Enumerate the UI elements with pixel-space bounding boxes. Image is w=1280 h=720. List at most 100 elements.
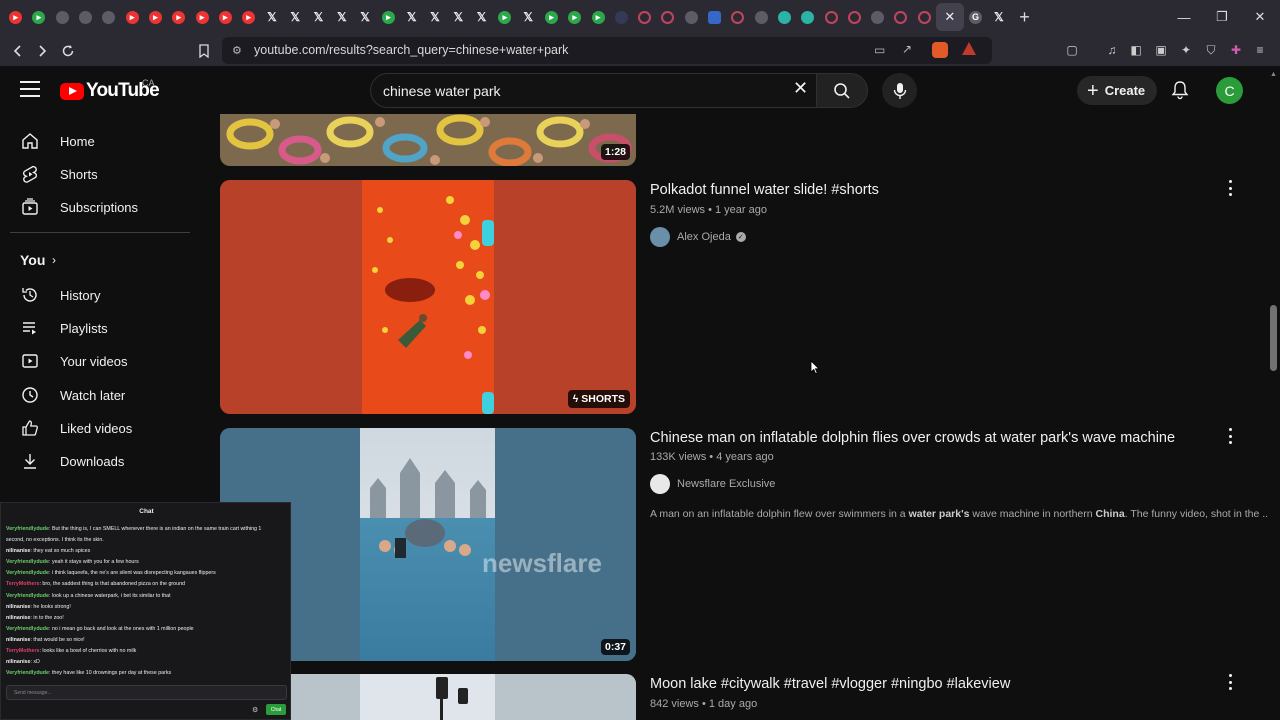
browser-tab[interactable]: 𝕏 <box>330 0 353 34</box>
sidebar-item-history[interactable]: History <box>10 278 190 312</box>
browser-tab[interactable]: 𝕏 <box>470 0 493 34</box>
video-thumbnail[interactable]: ϟ SHORTS <box>220 180 636 414</box>
sidebar-item-playlists[interactable]: Playlists <box>10 311 190 345</box>
sidebar-item-subscriptions[interactable]: Subscriptions <box>10 190 190 224</box>
scrollbar-track[interactable] <box>1268 67 1280 720</box>
search-input[interactable]: chinese water park <box>370 73 816 108</box>
video-title[interactable]: Moon lake #citywalk #travel #vlogger #ni… <box>650 676 1010 692</box>
clear-search-icon[interactable]: ✕ <box>793 79 808 97</box>
notifications-icon[interactable] <box>1171 80 1189 105</box>
browser-tab[interactable] <box>610 0 633 34</box>
more-actions-icon[interactable] <box>1226 180 1234 196</box>
back-icon[interactable] <box>6 39 30 63</box>
search-button[interactable] <box>816 73 868 108</box>
browser-tab[interactable] <box>889 0 912 34</box>
url-text[interactable]: youtube.com/results?search_query=chinese… <box>254 43 568 57</box>
channel-name[interactable]: Alex Ojeda <box>677 231 731 243</box>
browser-tab[interactable]: 𝕏 <box>423 0 446 34</box>
ai-icon[interactable]: ✦ <box>1178 42 1194 58</box>
browser-tab[interactable]: ▸ <box>144 0 167 34</box>
browser-tab[interactable]: ▸ <box>540 0 563 34</box>
chevron-right-icon[interactable]: › <box>52 253 56 267</box>
video-title[interactable]: Polkadot funnel water slide! #shorts <box>650 182 879 198</box>
sidebar-item-liked-videos[interactable]: Liked videos <box>10 411 190 445</box>
browser-tab[interactable] <box>74 0 97 34</box>
forward-icon[interactable] <box>30 39 54 63</box>
gear-icon[interactable]: ⚙ <box>252 706 258 714</box>
browser-tab[interactable] <box>843 0 866 34</box>
browser-tab[interactable] <box>913 0 936 34</box>
browser-tab[interactable]: ▸ <box>4 0 27 34</box>
sidebar-item-downloads[interactable]: Downloads <box>10 444 190 478</box>
chat-username[interactable]: TerryMothers <box>6 581 39 587</box>
browser-tab[interactable]: ▸ <box>563 0 586 34</box>
music-icon[interactable]: ♫ <box>1104 42 1120 58</box>
video-title[interactable]: Chinese man on inflatable dolphin flies … <box>650 430 1175 446</box>
chat-username[interactable]: Veryfriendlydude <box>6 526 49 532</box>
channel-link[interactable]: Alex Ojeda ✓ <box>650 227 746 247</box>
scroll-up-arrow-icon[interactable]: ▲ <box>1270 71 1277 78</box>
chat-username[interactable]: Veryfriendlydude <box>6 559 49 565</box>
brave-shield-icon[interactable] <box>932 42 948 58</box>
sidebar-item-watch-later[interactable]: Watch later <box>10 378 190 412</box>
address-bar[interactable]: ⚙ youtube.com/results?search_query=chine… <box>222 37 992 64</box>
browser-tab[interactable]: ▸ <box>586 0 609 34</box>
cast-icon[interactable]: ▭ <box>874 43 885 57</box>
browser-tab[interactable]: 𝕏 <box>400 0 423 34</box>
browser-tab[interactable]: 𝕏 <box>517 0 540 34</box>
guide-menu-icon[interactable] <box>20 81 40 97</box>
restore-button[interactable]: ❐ <box>1203 0 1241 34</box>
chat-send-button[interactable]: Chat <box>266 704 286 715</box>
voice-search-button[interactable] <box>882 73 917 108</box>
browser-tab[interactable] <box>680 0 703 34</box>
browser-tab[interactable]: 𝕏 <box>353 0 376 34</box>
sidebar-item-your-videos[interactable]: Your videos <box>10 344 190 378</box>
browser-tab[interactable]: ▸ <box>27 0 50 34</box>
chat-username[interactable]: nilinanise <box>6 604 30 610</box>
channel-link[interactable]: Newsflare Exclusive <box>650 474 775 494</box>
browser-tab[interactable] <box>656 0 679 34</box>
scrollbar-thumb[interactable] <box>1270 305 1277 371</box>
minimize-button[interactable]: — <box>1165 0 1203 34</box>
browser-tab[interactable]: ▸ <box>190 0 213 34</box>
browser-tab[interactable]: ▸ <box>377 0 400 34</box>
browser-tab[interactable]: G <box>964 0 987 34</box>
share-icon[interactable]: ↗ <box>902 42 912 56</box>
more-actions-icon[interactable] <box>1226 674 1234 690</box>
brave-rewards-icon[interactable] <box>962 42 976 55</box>
sidebar-item-shorts[interactable]: Shorts <box>10 157 190 191</box>
chat-username[interactable]: nilinanise <box>6 615 30 621</box>
sidebar-item-home[interactable]: Home <box>10 124 190 158</box>
browser-tab[interactable]: 𝕏 <box>260 0 283 34</box>
channel-name[interactable]: Newsflare Exclusive <box>677 478 775 490</box>
browser-tab[interactable]: 𝕏 <box>307 0 330 34</box>
chat-username[interactable]: Veryfriendlydude <box>6 593 49 599</box>
extension-icon[interactable]: ✚ <box>1228 42 1244 58</box>
browser-tab[interactable]: 𝕏 <box>447 0 470 34</box>
avatar[interactable]: C <box>1216 77 1243 104</box>
browser-tab[interactable] <box>773 0 796 34</box>
chat-username[interactable]: Veryfriendlydude <box>6 670 49 676</box>
chat-input[interactable]: Send message... <box>6 685 287 700</box>
reload-icon[interactable] <box>56 39 80 63</box>
chat-username[interactable]: nilinanise <box>6 548 30 554</box>
new-tab-button[interactable]: + <box>1010 0 1038 34</box>
browser-tab[interactable] <box>726 0 749 34</box>
browser-tab[interactable]: ▸ <box>493 0 516 34</box>
browser-tab[interactable]: ▸ <box>237 0 260 34</box>
search-query[interactable]: chinese water park <box>383 83 501 99</box>
browser-tab[interactable] <box>866 0 889 34</box>
browser-tab[interactable] <box>750 0 773 34</box>
chat-username[interactable]: nilinanise <box>6 637 30 643</box>
more-actions-icon[interactable] <box>1226 428 1234 444</box>
site-settings-icon[interactable]: ⚙ <box>232 44 242 57</box>
vpn-icon[interactable]: ⛉ <box>1203 42 1219 58</box>
browser-tab[interactable] <box>703 0 726 34</box>
channel-avatar[interactable] <box>650 474 670 494</box>
wallet-icon[interactable]: ▣ <box>1153 42 1169 58</box>
browser-tab[interactable] <box>633 0 656 34</box>
browser-tab[interactable] <box>819 0 842 34</box>
sidebar-toggle-icon[interactable]: ▢ <box>1064 42 1080 58</box>
browser-tab[interactable]: ▸ <box>214 0 237 34</box>
browser-tab[interactable] <box>796 0 819 34</box>
